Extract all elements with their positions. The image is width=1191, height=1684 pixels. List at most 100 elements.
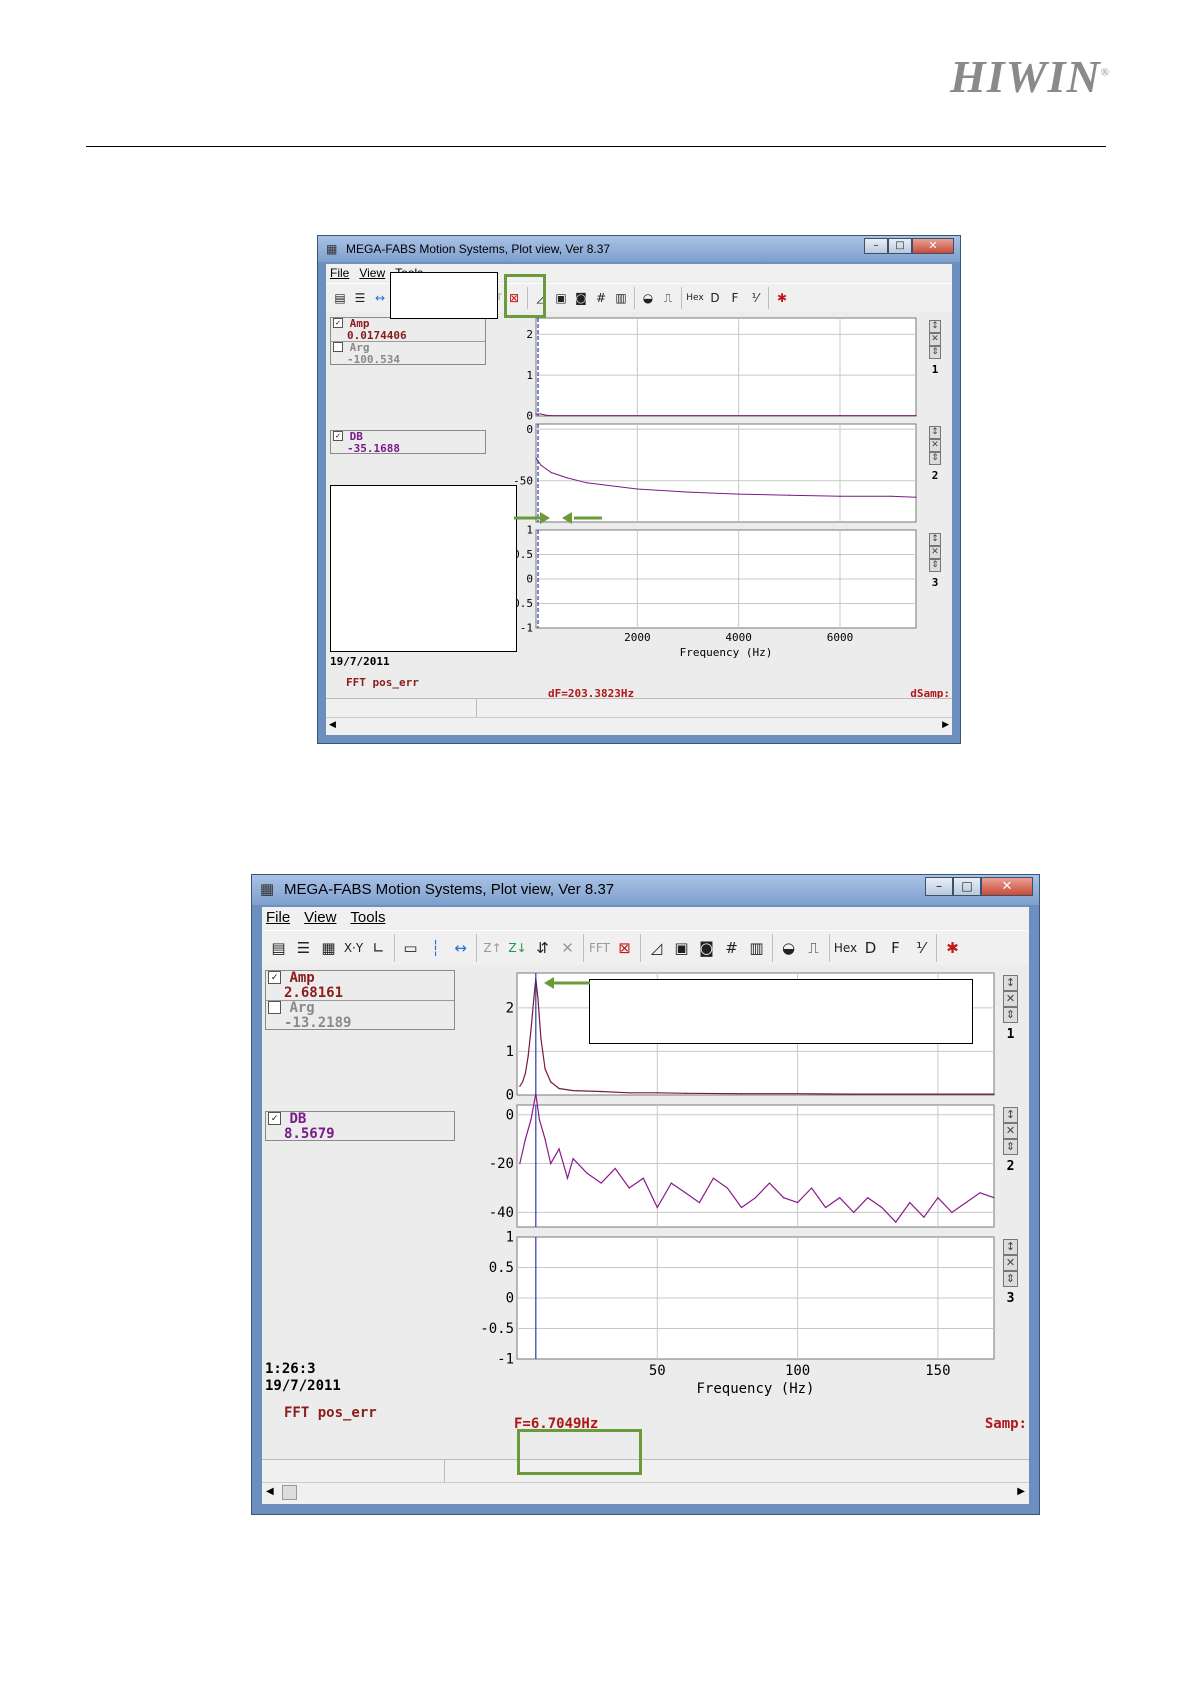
- close-panel-icon[interactable]: ✕: [1003, 991, 1018, 1007]
- y-tick-label: -1: [497, 1352, 514, 1368]
- restore-icon[interactable]: ⇕: [929, 452, 941, 465]
- expand-icon[interactable]: ↕: [929, 426, 941, 439]
- zoom-fit-icon[interactable]: ⇵: [530, 935, 555, 961]
- data-point: [839, 495, 841, 497]
- maximize-button[interactable]: □: [953, 877, 981, 896]
- multi-plot-icon[interactable]: ☰: [350, 288, 370, 308]
- data-point: [550, 1081, 552, 1083]
- filter-icon[interactable]: ◒: [638, 288, 658, 308]
- scroll-left-icon[interactable]: ◀: [329, 719, 336, 730]
- maximize-button[interactable]: □: [888, 238, 912, 254]
- menu-view[interactable]: View: [304, 907, 336, 929]
- menu-tools[interactable]: Tools: [350, 907, 385, 929]
- close-panel-icon[interactable]: ✕: [1003, 1123, 1018, 1139]
- table-icon[interactable]: ▦: [316, 935, 341, 961]
- expand-icon[interactable]: ↕: [929, 533, 941, 546]
- scroll-right-icon[interactable]: ▶: [942, 719, 949, 730]
- scroll-thumb[interactable]: [282, 1485, 297, 1500]
- close-panel-icon[interactable]: ✕: [1003, 1255, 1018, 1271]
- title-bar: ▦ MEGA-FABS Motion Systems, Plot view, V…: [318, 236, 960, 262]
- data-point: [586, 482, 588, 484]
- ratio-icon[interactable]: ⅟: [745, 288, 765, 308]
- axes-icon[interactable]: ∟: [366, 935, 391, 961]
- grid-fine-icon[interactable]: ▥: [744, 935, 769, 961]
- close-button[interactable]: ✕: [981, 877, 1033, 896]
- split-vertical-icon[interactable]: ┆: [423, 935, 448, 961]
- data-point: [544, 1138, 546, 1140]
- zoom-y-icon[interactable]: Z↓: [505, 935, 530, 961]
- grid-icon[interactable]: #: [719, 935, 744, 961]
- pulse-icon[interactable]: ⎍: [801, 935, 826, 961]
- hex-icon[interactable]: Hex: [685, 288, 705, 308]
- minimize-button[interactable]: –: [864, 238, 888, 254]
- close-panel-icon[interactable]: ✕: [929, 333, 941, 346]
- scroll-left-icon[interactable]: ◀: [266, 1486, 274, 1497]
- save-icon[interactable]: ▣: [669, 935, 694, 961]
- triangle-icon[interactable]: ◿: [644, 935, 669, 961]
- restore-icon[interactable]: ⇕: [1003, 1271, 1018, 1287]
- toolbar-separator: [476, 934, 477, 962]
- single-plot-icon[interactable]: ▤: [266, 935, 291, 961]
- settings-icon[interactable]: ✱: [772, 288, 792, 308]
- settings-icon[interactable]: ✱: [940, 935, 965, 961]
- multi-plot-icon[interactable]: ☰: [291, 935, 316, 961]
- x-tick-label: 50: [649, 1363, 666, 1379]
- data-point: [537, 998, 539, 1000]
- cursor-icon[interactable]: ↔: [448, 935, 473, 961]
- minimize-button[interactable]: –: [925, 877, 953, 896]
- panel-number: 2: [1006, 1159, 1015, 1174]
- save-icon[interactable]: ▣: [551, 288, 571, 308]
- restore-icon[interactable]: ⇕: [929, 346, 941, 359]
- status-bar: [262, 1459, 1029, 1482]
- toolbar-separator: [772, 934, 773, 962]
- float-icon[interactable]: F: [725, 288, 745, 308]
- horizontal-scrollbar[interactable]: ◀ ▶: [326, 717, 952, 735]
- cursor-icon[interactable]: ↔: [370, 288, 390, 308]
- panel-1-controls: ↕ ✕ ⇕ 1: [1003, 975, 1018, 1042]
- data-point: [572, 1158, 574, 1160]
- close-panel-icon[interactable]: ✕: [929, 546, 941, 559]
- expand-icon[interactable]: ↕: [1003, 1107, 1018, 1123]
- panel-number: 1: [1006, 1027, 1015, 1042]
- float-icon[interactable]: F: [883, 935, 908, 961]
- single-plot-icon[interactable]: ▤: [330, 288, 350, 308]
- ratio-icon[interactable]: ⅟: [908, 935, 933, 961]
- filter-icon[interactable]: ◒: [776, 935, 801, 961]
- fft-remove-icon[interactable]: ⊠: [612, 935, 637, 961]
- scroll-right-icon[interactable]: ▶: [1017, 1486, 1025, 1497]
- y-tick-label: 1: [506, 1230, 514, 1246]
- save-all-icon[interactable]: ◙: [571, 288, 591, 308]
- data-point: [993, 1093, 995, 1095]
- panel-number: 2: [931, 469, 939, 482]
- horizontal-scrollbar[interactable]: ◀ ▶: [262, 1482, 1029, 1504]
- menu-view[interactable]: View: [359, 264, 385, 282]
- restore-icon[interactable]: ⇕: [1003, 1007, 1018, 1023]
- data-point: [558, 1148, 560, 1150]
- restore-icon[interactable]: ⇕: [929, 559, 941, 572]
- expand-icon[interactable]: ↕: [1003, 975, 1018, 991]
- menu-file[interactable]: File: [266, 907, 290, 929]
- save-all-icon[interactable]: ◙: [694, 935, 719, 961]
- close-button[interactable]: ✕: [912, 238, 954, 254]
- toolbar: ▤ ☰ ▦ X·Y ∟ ▭ ┆ ↔ Z↑ Z↓ ⇵ ✕ FFT ⊠ ◿ ▣ ◙ # ▥ ◒ ⎍ Hex D F ⅟ ✱: [262, 930, 1029, 966]
- fft-icon[interactable]: FFT: [587, 935, 612, 961]
- split-horizontal-icon[interactable]: ▭: [398, 935, 423, 961]
- pulse-icon[interactable]: ⎍: [658, 288, 678, 308]
- expand-icon[interactable]: ↕: [1003, 1239, 1018, 1255]
- close-panel-icon[interactable]: ✕: [929, 439, 941, 452]
- zoom-x-icon[interactable]: Z↑: [480, 935, 505, 961]
- xy-icon[interactable]: X·Y: [341, 935, 366, 961]
- panel-number: 3: [1006, 1291, 1015, 1306]
- toolbar-separator: [583, 934, 584, 962]
- data-point: [796, 1202, 799, 1204]
- frequency-readout-highlight: [517, 1429, 642, 1475]
- expand-icon[interactable]: ↕: [929, 320, 941, 333]
- hex-icon[interactable]: Hex: [833, 935, 858, 961]
- menu-file[interactable]: File: [330, 264, 349, 282]
- dec-icon[interactable]: D: [705, 288, 725, 308]
- restore-icon[interactable]: ⇕: [1003, 1139, 1018, 1155]
- grid-icon[interactable]: #: [591, 288, 611, 308]
- grid-fine-icon[interactable]: ▥: [611, 288, 631, 308]
- dec-icon[interactable]: D: [858, 935, 883, 961]
- clear-icon[interactable]: ✕: [555, 935, 580, 961]
